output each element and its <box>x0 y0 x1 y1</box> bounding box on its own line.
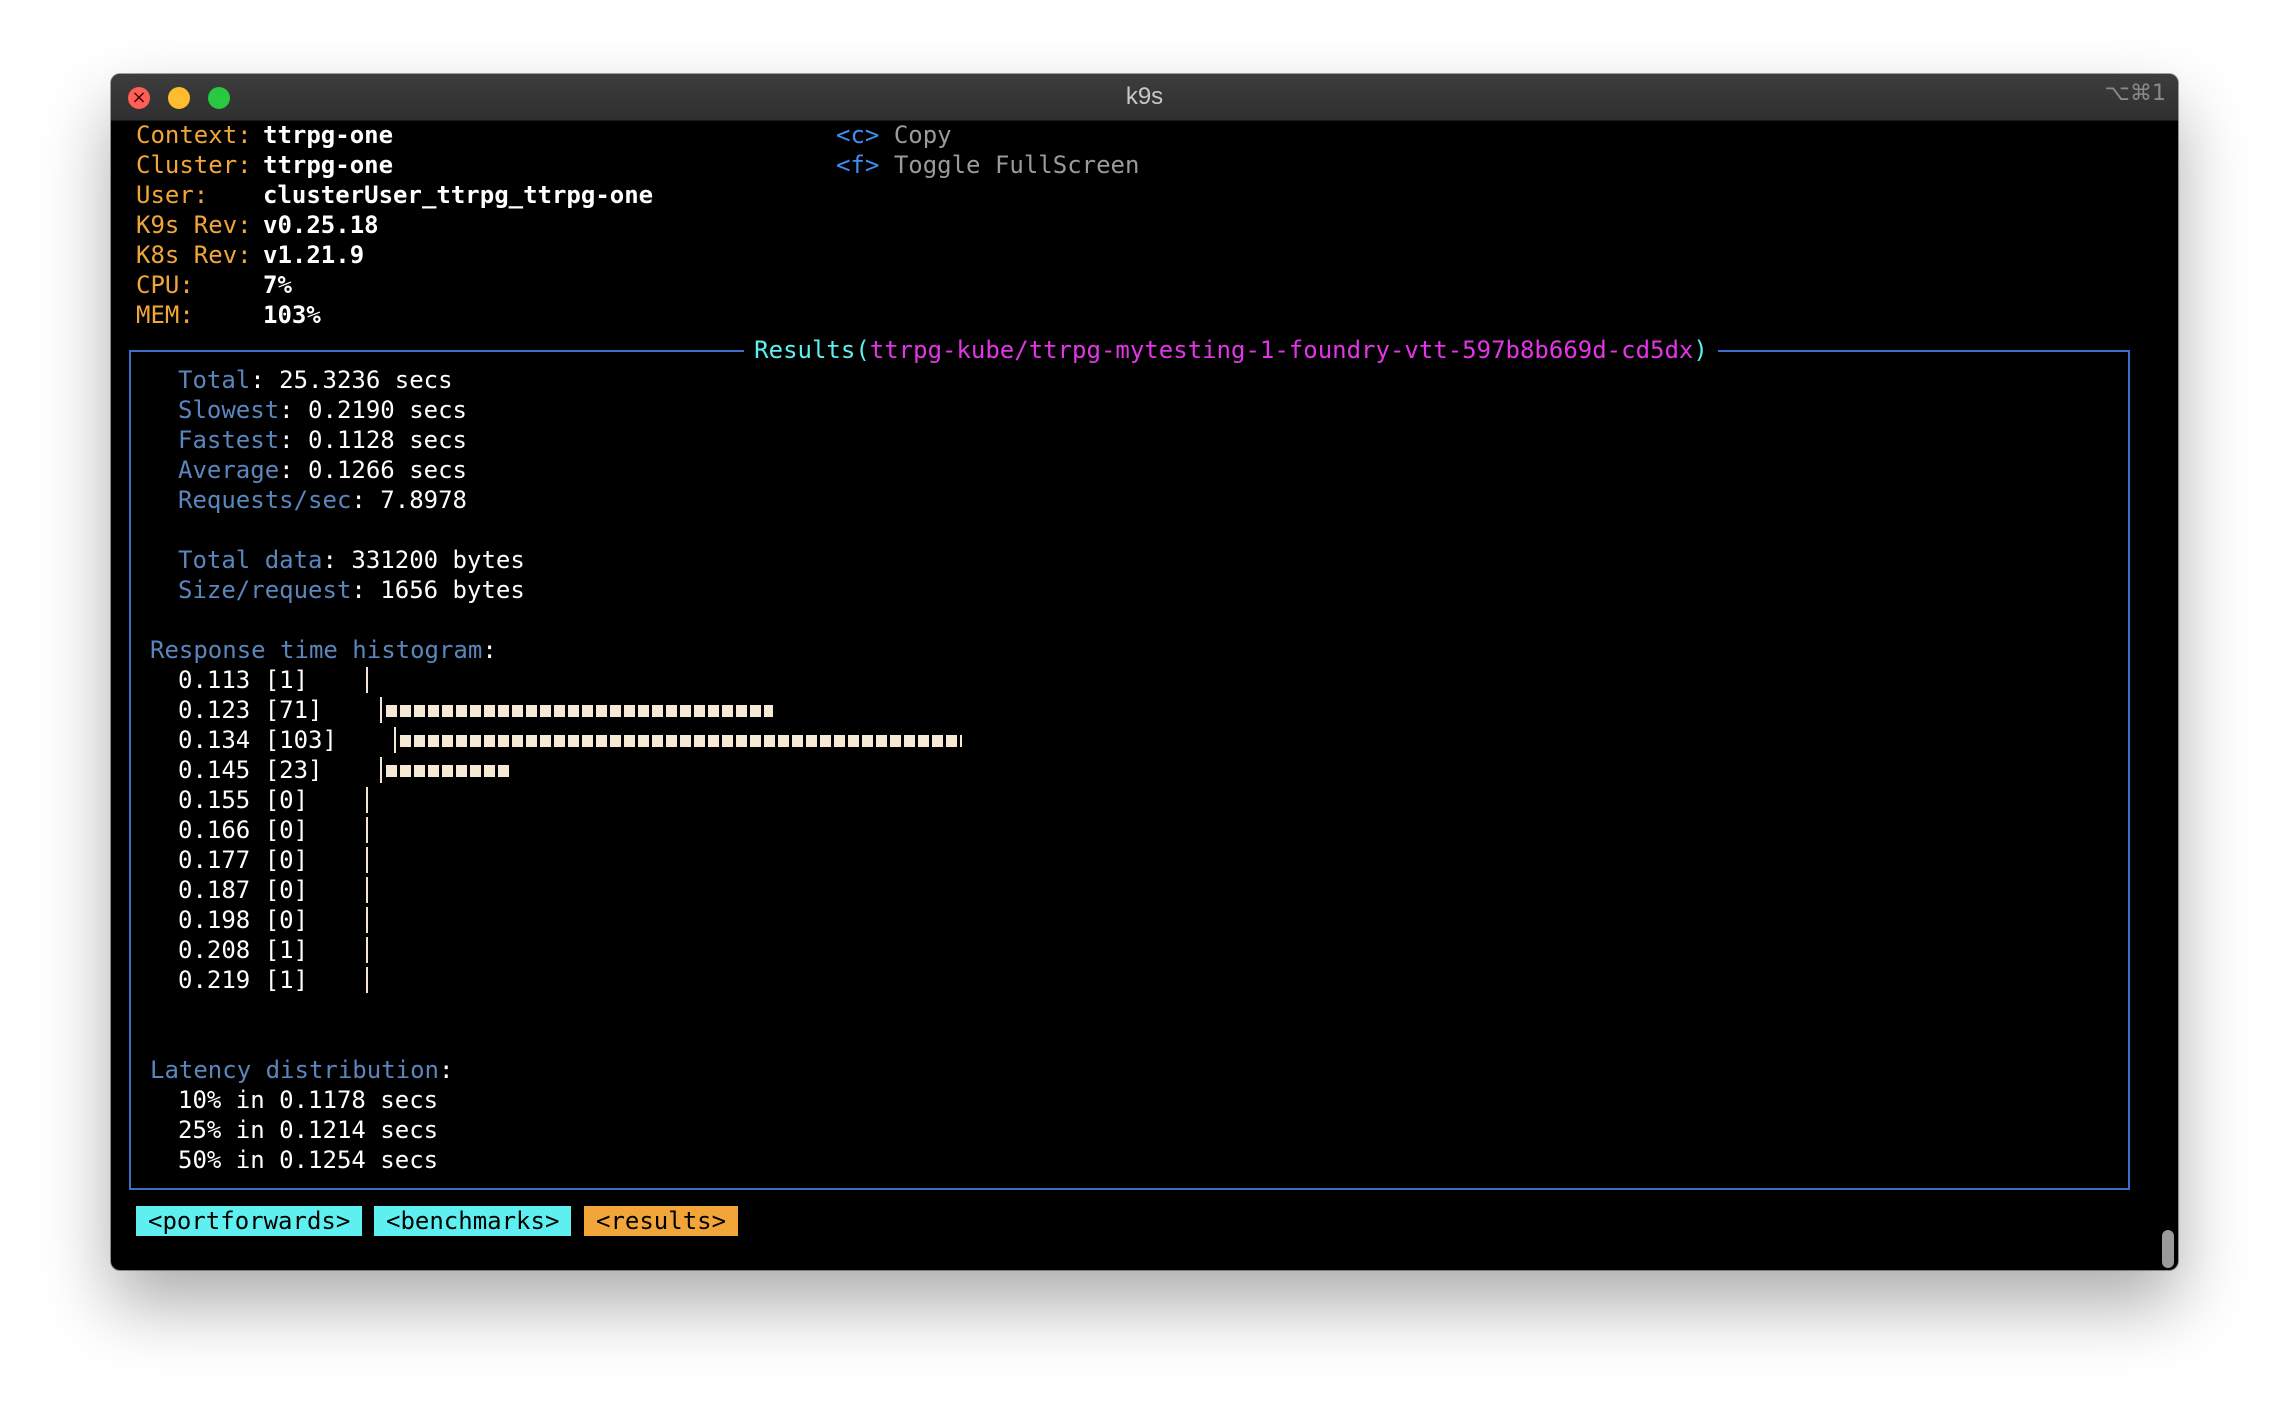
info-row: Cluster: <box>136 150 252 180</box>
summary-key: Slowest <box>178 396 280 424</box>
hotkey-toggle-fullscreen[interactable]: <f> Toggle FullScreen <box>836 150 1139 180</box>
histogram-axis-tick <box>366 937 368 963</box>
hotkey-key: <f> <box>836 151 880 179</box>
title-path: ttrpg-kube/ttrpg-mytesting-1-foundry-vtt… <box>869 336 1694 364</box>
info-key: K9s Rev: <box>136 211 252 239</box>
info-key: MEM: <box>136 301 194 329</box>
latency-row: 10% in 0.1178 secs <box>178 1086 439 1114</box>
window-title: k9s <box>1125 83 1164 110</box>
histogram-bar <box>400 735 962 747</box>
info-row: K8s Rev: <box>136 240 252 270</box>
histogram-bin-label: 0.187 [0] <box>178 876 309 904</box>
scrollbar-thumb[interactable] <box>2162 1230 2174 1268</box>
histogram-axis-tick <box>380 757 382 783</box>
summary-value: : 25.3236 secs <box>250 366 453 394</box>
tab-portforwards[interactable]: <portforwards> <box>136 1206 363 1236</box>
histogram-bar <box>386 705 773 717</box>
info-value: ttrpg-one <box>263 121 394 149</box>
info-value: 7% <box>263 271 292 299</box>
summary-key: Fastest <box>178 426 280 454</box>
histogram-bin-label: 0.113 [1] <box>178 666 309 694</box>
info-value: 103% <box>263 301 321 329</box>
data-value: : 1656 bytes <box>351 576 525 604</box>
histogram-axis-tick <box>366 667 368 693</box>
latency-row: 25% in 0.1214 secs <box>178 1116 439 1144</box>
summary-row: Requests/sec: 7.8978 <box>178 485 467 515</box>
histogram-bin-label: 0.208 [1] <box>178 936 309 964</box>
window-shortcut: ⌥⌘1 <box>2104 81 2166 106</box>
title-bar: × k9s ⌥⌘1 <box>111 74 2178 121</box>
histogram-axis-tick <box>366 847 368 873</box>
title-prefix: Results( <box>754 336 870 364</box>
data-row: Size/request: 1656 bytes <box>178 575 525 605</box>
info-row: Context: <box>136 120 252 150</box>
histogram-axis-tick <box>366 787 368 813</box>
info-row: K9s Rev: <box>136 210 252 240</box>
info-value: v0.25.18 <box>263 211 379 239</box>
histogram-axis-tick <box>394 727 396 753</box>
tab-results[interactable]: <results> <box>584 1206 739 1236</box>
histogram-axis-tick <box>366 817 368 843</box>
summary-row: Average: 0.1266 secs <box>178 455 467 485</box>
hotkey-key: <c> <box>836 121 880 149</box>
info-value: v1.21.9 <box>263 241 365 269</box>
info-key: CPU: <box>136 271 194 299</box>
histogram-bin-label: 0.134 [103] <box>178 726 337 754</box>
terminal-window: × k9s ⌥⌘1 Context: ttrpg-one Cluster: tt… <box>111 74 2178 1270</box>
info-row: CPU: <box>136 270 194 300</box>
histogram-bin-label: 0.123 [71] <box>178 696 323 724</box>
data-row: Total data: 331200 bytes <box>178 545 525 575</box>
histogram-axis-tick <box>366 907 368 933</box>
histogram-heading: Response time histogram: <box>150 636 497 664</box>
terminal-content[interactable]: Context: ttrpg-one Cluster: ttrpg-one Us… <box>111 120 2178 1270</box>
data-value: : 331200 bytes <box>322 546 525 574</box>
hotkey-label: Copy <box>893 121 952 149</box>
summary-value: : 0.1128 secs <box>279 426 467 454</box>
summary-value: : 0.1266 secs <box>279 456 467 484</box>
data-key: Total data <box>178 546 323 574</box>
histogram-bin-label: 0.177 [0] <box>178 846 309 874</box>
histogram-bin-label: 0.219 [1] <box>178 966 309 994</box>
latency-row: 50% in 0.1254 secs <box>178 1146 439 1174</box>
histogram-bin-label: 0.198 [0] <box>178 906 309 934</box>
tab-benchmarks[interactable]: <benchmarks> <box>374 1206 572 1236</box>
info-key: Cluster: <box>136 151 252 179</box>
summary-key: Average <box>178 456 280 484</box>
histogram-bar <box>386 765 511 777</box>
info-key: K8s Rev: <box>136 241 252 269</box>
info-value: clusterUser_ttrpg_ttrpg-one <box>263 181 654 209</box>
info-key: Context: <box>136 121 252 149</box>
hotkey-copy[interactable]: <c> Copy <box>836 120 952 150</box>
histogram-bin-label: 0.155 [0] <box>178 786 309 814</box>
hotkey-label: Toggle FullScreen <box>893 151 1140 179</box>
results-panel-title: Results(ttrpg-kube/ttrpg-mytesting-1-fou… <box>651 335 1811 365</box>
info-value: ttrpg-one <box>263 151 394 179</box>
histogram-bin-label: 0.166 [0] <box>178 816 309 844</box>
data-key: Size/request <box>178 576 352 604</box>
summary-row: Slowest: 0.2190 secs <box>178 395 467 425</box>
info-row: User: <box>136 180 208 210</box>
latency-heading: Latency distribution: <box>150 1056 454 1084</box>
summary-value: : 0.2190 secs <box>279 396 467 424</box>
info-row: MEM: <box>136 300 194 330</box>
summary-key: Requests/sec <box>178 486 352 514</box>
summary-row: Fastest: 0.1128 secs <box>178 425 467 455</box>
histogram-axis-tick <box>366 967 368 993</box>
histogram-bin-label: 0.145 [23] <box>178 756 323 784</box>
histogram-axis-tick <box>366 877 368 903</box>
histogram-axis-tick <box>380 697 382 723</box>
summary-row: Total: 25.3236 secs <box>178 365 453 395</box>
info-key: User: <box>136 181 209 209</box>
summary-key: Total <box>178 366 251 394</box>
summary-value: : 7.8978 <box>351 486 467 514</box>
title-suffix: ) <box>1693 336 1708 364</box>
